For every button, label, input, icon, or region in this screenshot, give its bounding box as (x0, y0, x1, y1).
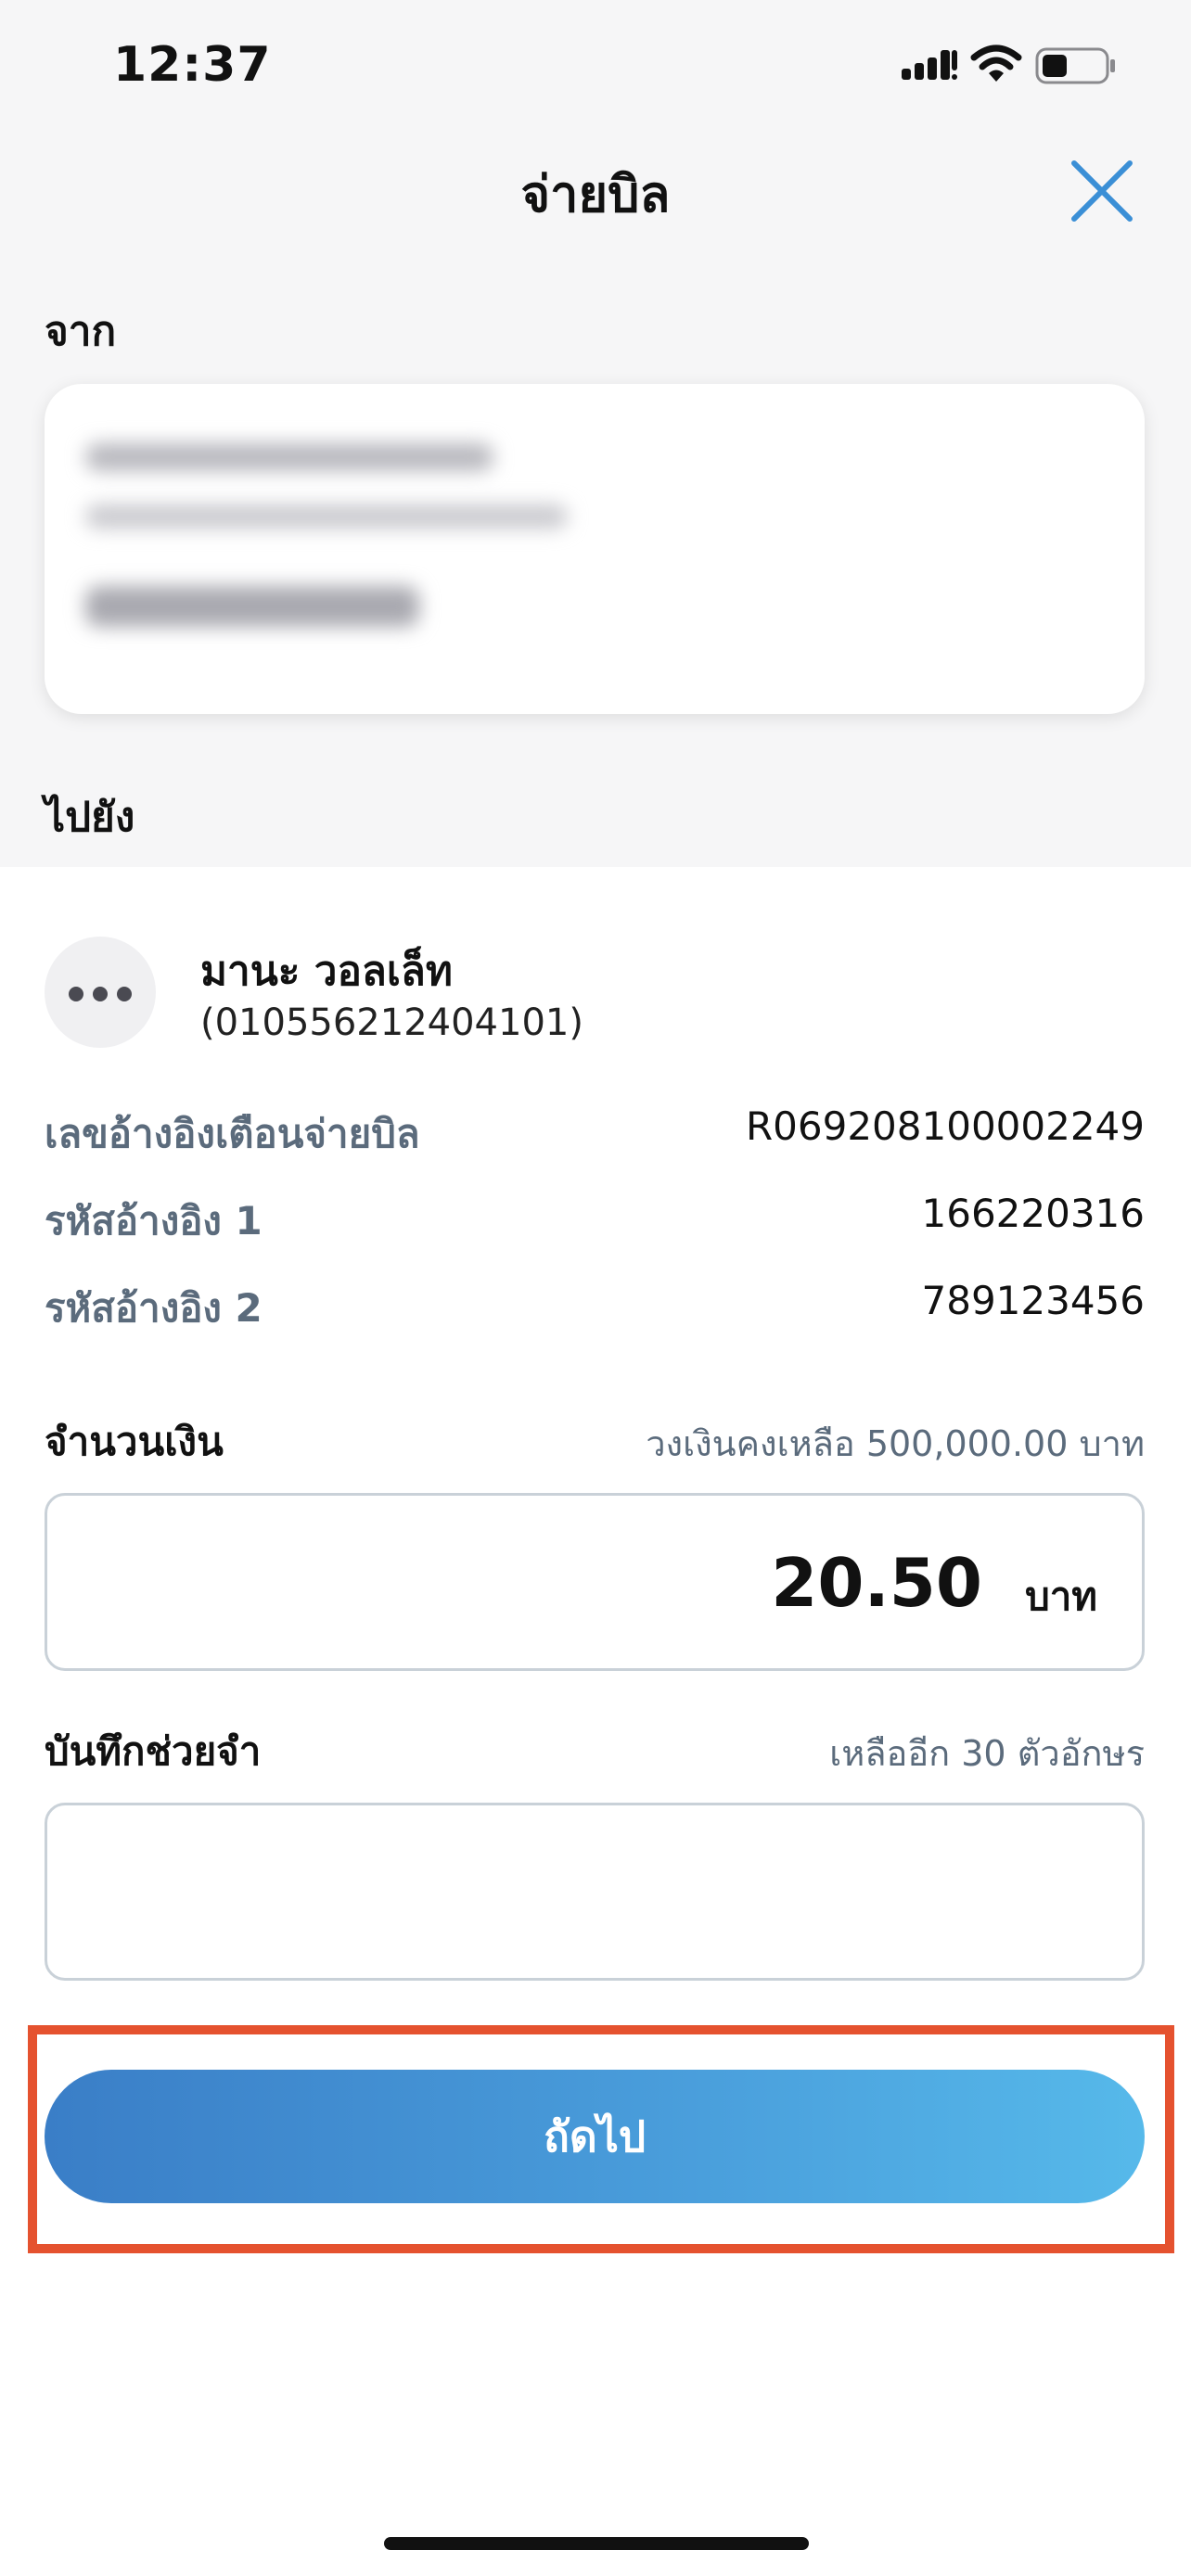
detail-label-ref1: รหัสอ้างอิง 1 (45, 1198, 263, 1243)
biller-id: (010556212404101) (200, 1001, 583, 1044)
detail-value-ref1: 166220316 (921, 1191, 1146, 1236)
more-dots-icon (45, 937, 156, 1048)
to-label: ไปยัง (45, 794, 135, 841)
note-input[interactable] (45, 1803, 1145, 1981)
page-title: จ่ายบิล (520, 165, 671, 223)
biller-name: มานะ วอลเล็ท (200, 948, 453, 995)
note-remaining-hint: เหลืออีก 30 ตัวอักษร (829, 1733, 1145, 1774)
amount-value: 20.50 (771, 1544, 982, 1622)
amount-unit: บาท (1025, 1574, 1097, 1619)
next-button[interactable]: ถัดไป (45, 2070, 1145, 2203)
status-time: 12:37 (113, 37, 272, 93)
amount-label: จำนวนเงิน (45, 1419, 224, 1464)
amount-limit-hint: วงเงินคงเหลือ 500,000.00 บาท (646, 1423, 1145, 1464)
battery-icon (1035, 47, 1115, 84)
wifi-icon (970, 45, 1022, 82)
blurred-account-name (85, 443, 493, 471)
detail-label-bill-ref: เลขอ้างอิงเตือนจ่ายบิล (45, 1111, 420, 1156)
blurred-account-balance (85, 586, 419, 627)
signal-icon (902, 50, 957, 80)
home-indicator (384, 2537, 809, 2550)
blurred-account-number (85, 504, 568, 529)
detail-value-bill-ref: R069208100002249 (745, 1103, 1145, 1149)
note-label: บันทึกช่วยจำ (45, 1728, 262, 1774)
from-label: จาก (45, 308, 117, 355)
detail-value-ref2: 789123456 (921, 1278, 1146, 1323)
close-icon[interactable] (1067, 156, 1137, 226)
detail-label-ref2: รหัสอ้างอิง 2 (45, 1285, 263, 1331)
source-account-card[interactable] (45, 384, 1145, 714)
amount-input[interactable]: 20.50 บาท (45, 1493, 1145, 1671)
